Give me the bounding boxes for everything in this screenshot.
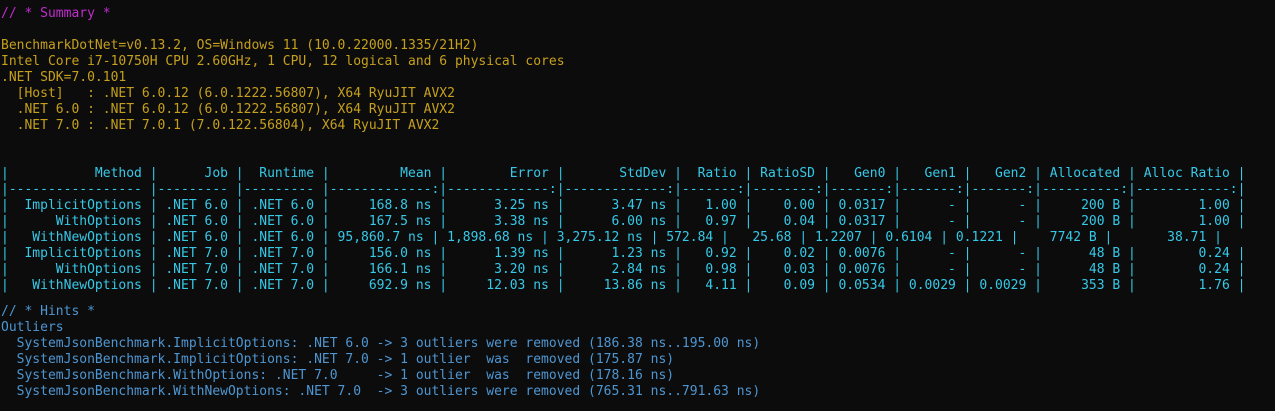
summary-header: // * Summary * (1, 6, 111, 21)
table-row: | WithOptions | .NET 6.0 | .NET 6.0 | 16… (1, 214, 1246, 229)
hints-header: // * Hints * (1, 304, 95, 319)
hint-line: SystemJsonBenchmark.ImplicitOptions: .NE… (1, 336, 761, 351)
env-line-net6: .NET 6.0 : .NET 6.0.12 (6.0.1222.56807),… (1, 102, 455, 117)
table-row: | WithNewOptions | .NET 7.0 | .NET 7.0 |… (1, 278, 1246, 293)
hint-line: SystemJsonBenchmark.ImplicitOptions: .NE… (1, 352, 675, 367)
console-window: // * Summary * BenchmarkDotNet=v0.13.2, … (0, 0, 1275, 411)
outliers-label: Outliers (1, 320, 64, 335)
env-line-cpu: Intel Core i7-10750H CPU 2.60GHz, 1 CPU,… (1, 54, 565, 69)
table-header: | Method | Job | Runtime | Mean | Error … (1, 166, 1246, 181)
table-row: | ImplicitOptions | .NET 7.0 | .NET 7.0 … (1, 246, 1246, 261)
env-line-host: [Host] : .NET 6.0.12 (6.0.1222.56807), X… (1, 86, 455, 101)
env-line-benchmarkdotnet: BenchmarkDotNet=v0.13.2, OS=Windows 11 (… (1, 38, 479, 53)
table-row: | WithOptions | .NET 7.0 | .NET 7.0 | 16… (1, 262, 1246, 277)
hint-line: SystemJsonBenchmark.WithNewOptions: .NET… (1, 384, 761, 399)
env-line-net7: .NET 7.0 : .NET 7.0.1 (7.0.122.56804), X… (1, 118, 440, 133)
table-separator: |----------------- |--------- |---------… (1, 182, 1246, 197)
env-line-sdk: .NET SDK=7.0.101 (1, 70, 127, 85)
table-row: | WithNewOptions | .NET 6.0 | .NET 6.0 |… (1, 230, 1222, 245)
table-row: | ImplicitOptions | .NET 6.0 | .NET 6.0 … (1, 198, 1246, 213)
hint-line: SystemJsonBenchmark.WithOptions: .NET 7.… (1, 368, 675, 383)
results-table: | Method | Job | Runtime | Mean | Error … (0, 166, 1275, 294)
